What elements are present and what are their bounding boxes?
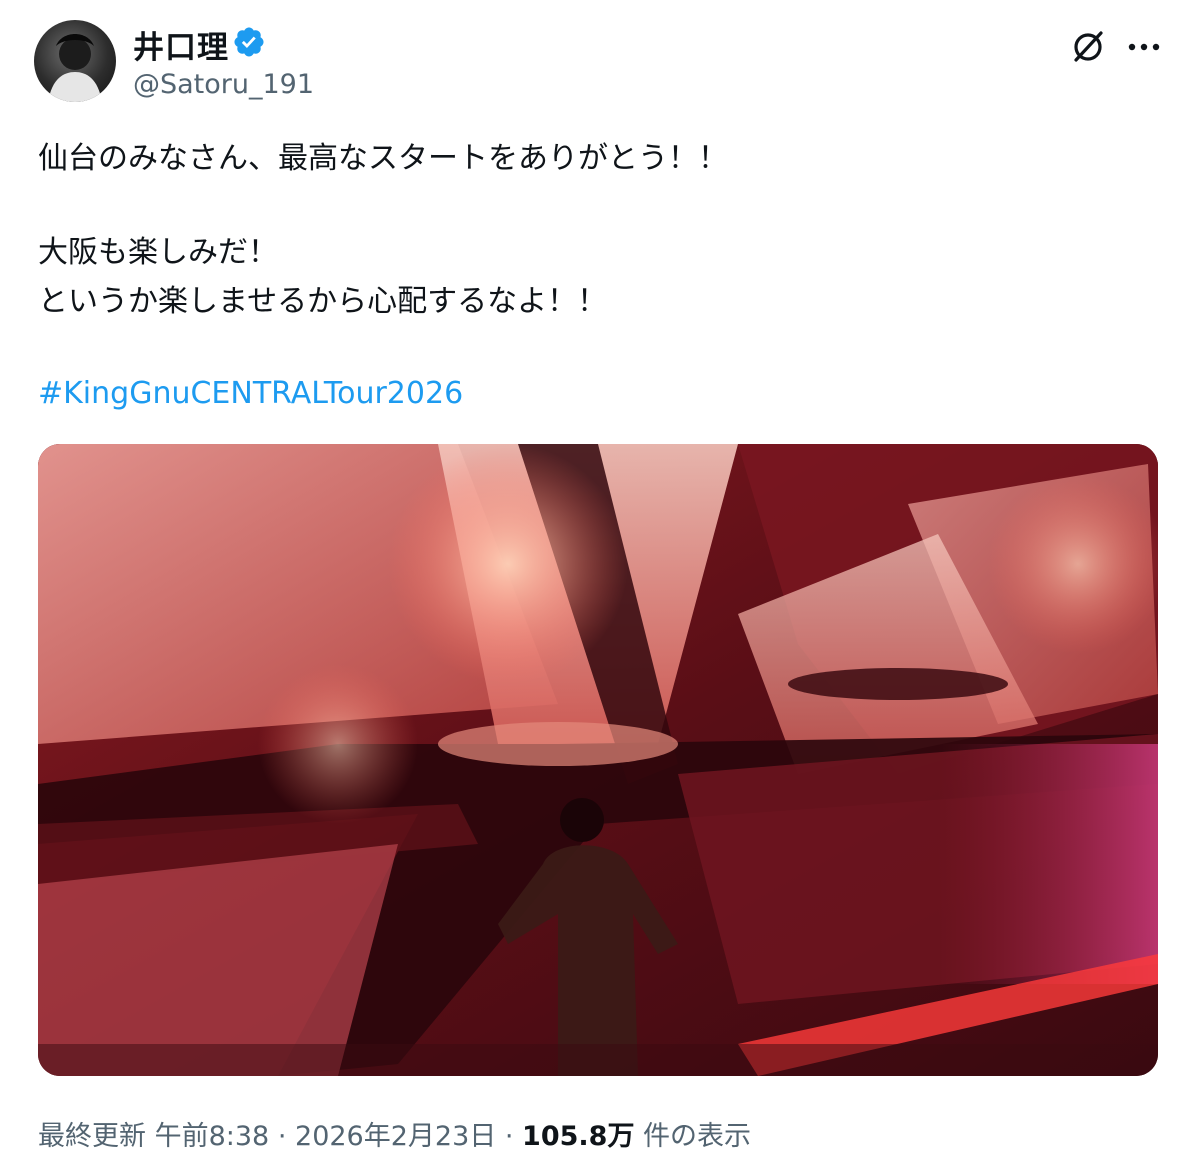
updated-label: 最終更新 [38, 1121, 146, 1152]
author-handle[interactable]: @Satoru_191 [133, 69, 314, 100]
tweet-text-line: 大阪も楽しみだ！ [38, 235, 278, 270]
grok-icon[interactable] [1068, 27, 1108, 67]
views-label: 件の表示 [643, 1121, 752, 1152]
concert-photo-illustration [38, 444, 1158, 1076]
tweet-date[interactable]: 2026年2月23日 [295, 1121, 496, 1152]
meta-separator: · [504, 1121, 514, 1152]
tweet-card: 井口理 @Satoru_191 仙台のみなさん、最高なスタートをありがとう！！ … [0, 0, 1200, 1176]
tweet-meta: 最終更新 午前8:38 · 2026年2月23日 · 105.8万 件の表示 [38, 1114, 751, 1153]
meta-separator: · [277, 1121, 287, 1152]
tweet-time[interactable]: 午前8:38 [155, 1121, 270, 1152]
tweet-photo[interactable] [38, 444, 1158, 1076]
views-count: 105.8万 [522, 1121, 635, 1152]
more-options-icon[interactable] [1124, 27, 1164, 67]
tweet-text-line: というか楽しませるから心配するなよ！！ [38, 284, 608, 319]
tweet-text-line: 仙台のみなさん、最高なスタートをありがとう！！ [38, 141, 728, 176]
avatar[interactable] [34, 20, 116, 102]
verified-badge-icon [234, 27, 264, 57]
hashtag-link[interactable]: #KingGnuCENTRALTour2026 [38, 374, 463, 414]
author-name[interactable]: 井口理 [133, 22, 229, 67]
